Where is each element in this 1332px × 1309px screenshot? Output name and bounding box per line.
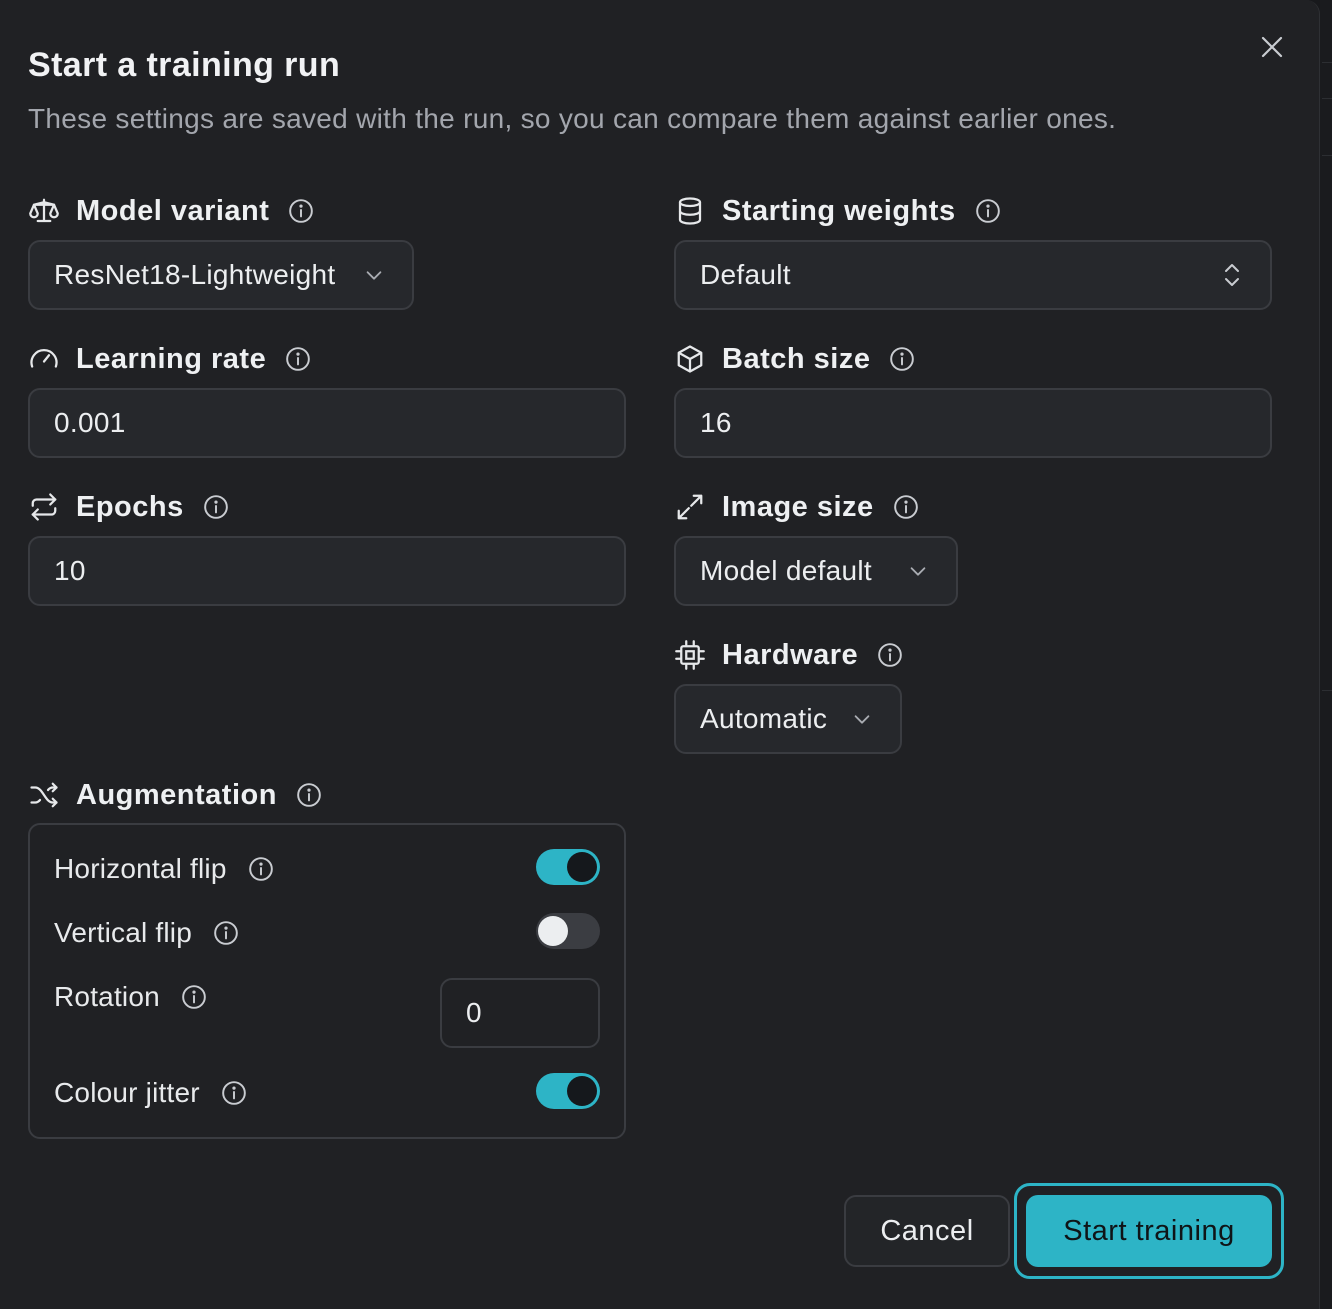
- cancel-button[interactable]: Cancel: [844, 1195, 1010, 1267]
- hardware-label-text: Hardware: [722, 638, 859, 671]
- starting-weights-select[interactable]: Default: [674, 240, 1272, 310]
- image-size-label: Image size: [674, 487, 920, 527]
- rotation-row: Rotation: [54, 977, 208, 1017]
- learning-rate-input[interactable]: 0.001: [28, 388, 626, 458]
- hardware-select[interactable]: Automatic: [674, 684, 902, 754]
- chevron-up-down-icon: [1218, 261, 1246, 289]
- close-button[interactable]: [1254, 29, 1290, 65]
- model-variant-value: ResNet18-Lightweight: [54, 259, 336, 290]
- image-size-value: Model default: [700, 555, 873, 586]
- info-icon[interactable]: [892, 493, 920, 521]
- close-icon: [1261, 36, 1283, 58]
- colour-jitter-row: Colour jitter: [54, 1073, 248, 1113]
- vertical-flip-toggle[interactable]: [536, 913, 600, 949]
- rotation-value: 0: [466, 997, 482, 1028]
- starting-weights-label-text: Starting weights: [722, 194, 956, 227]
- info-icon[interactable]: [220, 1079, 248, 1107]
- batch-size-label: Batch size: [674, 339, 916, 379]
- model-variant-select[interactable]: ResNet18-Lightweight: [28, 240, 414, 310]
- batch-size-label-text: Batch size: [722, 342, 871, 375]
- dialog-title: Start a training run: [28, 46, 341, 84]
- training-run-dialog: Start a training run These settings are …: [0, 0, 1320, 1309]
- toggle-knob: [567, 852, 597, 882]
- model-variant-label-text: Model variant: [76, 194, 270, 227]
- database-icon: [674, 195, 706, 227]
- expand-icon: [674, 491, 706, 523]
- starting-weights-value: Default: [700, 259, 791, 290]
- background-panel-edge: [1320, 0, 1332, 1309]
- starting-weights-label: Starting weights: [674, 191, 1002, 231]
- vertical-flip-row: Vertical flip: [54, 913, 240, 953]
- colour-jitter-toggle[interactable]: [536, 1073, 600, 1109]
- epochs-label-text: Epochs: [76, 490, 184, 523]
- horizontal-flip-label: Horizontal flip: [54, 853, 227, 884]
- chevron-down-icon: [848, 705, 876, 733]
- horizontal-flip-row: Horizontal flip: [54, 849, 275, 889]
- dialog-subtitle: These settings are saved with the run, s…: [28, 103, 1117, 134]
- hardware-label: Hardware: [674, 635, 904, 675]
- epochs-input[interactable]: 10: [28, 536, 626, 606]
- augmentation-label-text: Augmentation: [76, 778, 277, 811]
- cpu-icon: [674, 639, 706, 671]
- cube-icon: [674, 343, 706, 375]
- info-icon[interactable]: [247, 855, 275, 883]
- rotation-label: Rotation: [54, 981, 160, 1012]
- chevron-down-icon: [904, 557, 932, 585]
- learning-rate-value: 0.001: [54, 407, 126, 438]
- info-icon[interactable]: [888, 345, 916, 373]
- batch-size-value: 16: [700, 407, 732, 438]
- start-training-button[interactable]: Start training: [1026, 1195, 1272, 1267]
- learning-rate-label-text: Learning rate: [76, 342, 267, 375]
- info-icon[interactable]: [284, 345, 312, 373]
- epochs-value: 10: [54, 555, 86, 586]
- info-icon[interactable]: [287, 197, 315, 225]
- augmentation-label: Augmentation: [28, 775, 323, 815]
- colour-jitter-label: Colour jitter: [54, 1077, 200, 1108]
- edge-divider: [1322, 155, 1332, 156]
- epochs-label: Epochs: [28, 487, 230, 527]
- scale-icon: [28, 195, 60, 227]
- image-size-select[interactable]: Model default: [674, 536, 958, 606]
- shuffle-icon: [28, 779, 60, 811]
- horizontal-flip-toggle[interactable]: [536, 849, 600, 885]
- image-size-label-text: Image size: [722, 490, 874, 523]
- info-icon[interactable]: [202, 493, 230, 521]
- info-icon[interactable]: [180, 983, 208, 1011]
- hardware-value: Automatic: [700, 703, 828, 734]
- repeat-icon: [28, 491, 60, 523]
- model-variant-label: Model variant: [28, 191, 315, 231]
- toggle-knob: [538, 916, 568, 946]
- toggle-knob: [567, 1076, 597, 1106]
- chevron-down-icon: [360, 261, 388, 289]
- info-icon[interactable]: [876, 641, 904, 669]
- info-icon[interactable]: [295, 781, 323, 809]
- edge-divider: [1322, 62, 1332, 63]
- rotation-input[interactable]: 0: [440, 978, 600, 1048]
- info-icon[interactable]: [974, 197, 1002, 225]
- info-icon[interactable]: [212, 919, 240, 947]
- edge-divider: [1322, 690, 1332, 691]
- edge-divider: [1322, 98, 1332, 99]
- gauge-icon: [28, 343, 60, 375]
- batch-size-input[interactable]: 16: [674, 388, 1272, 458]
- vertical-flip-label: Vertical flip: [54, 917, 192, 948]
- learning-rate-label: Learning rate: [28, 339, 312, 379]
